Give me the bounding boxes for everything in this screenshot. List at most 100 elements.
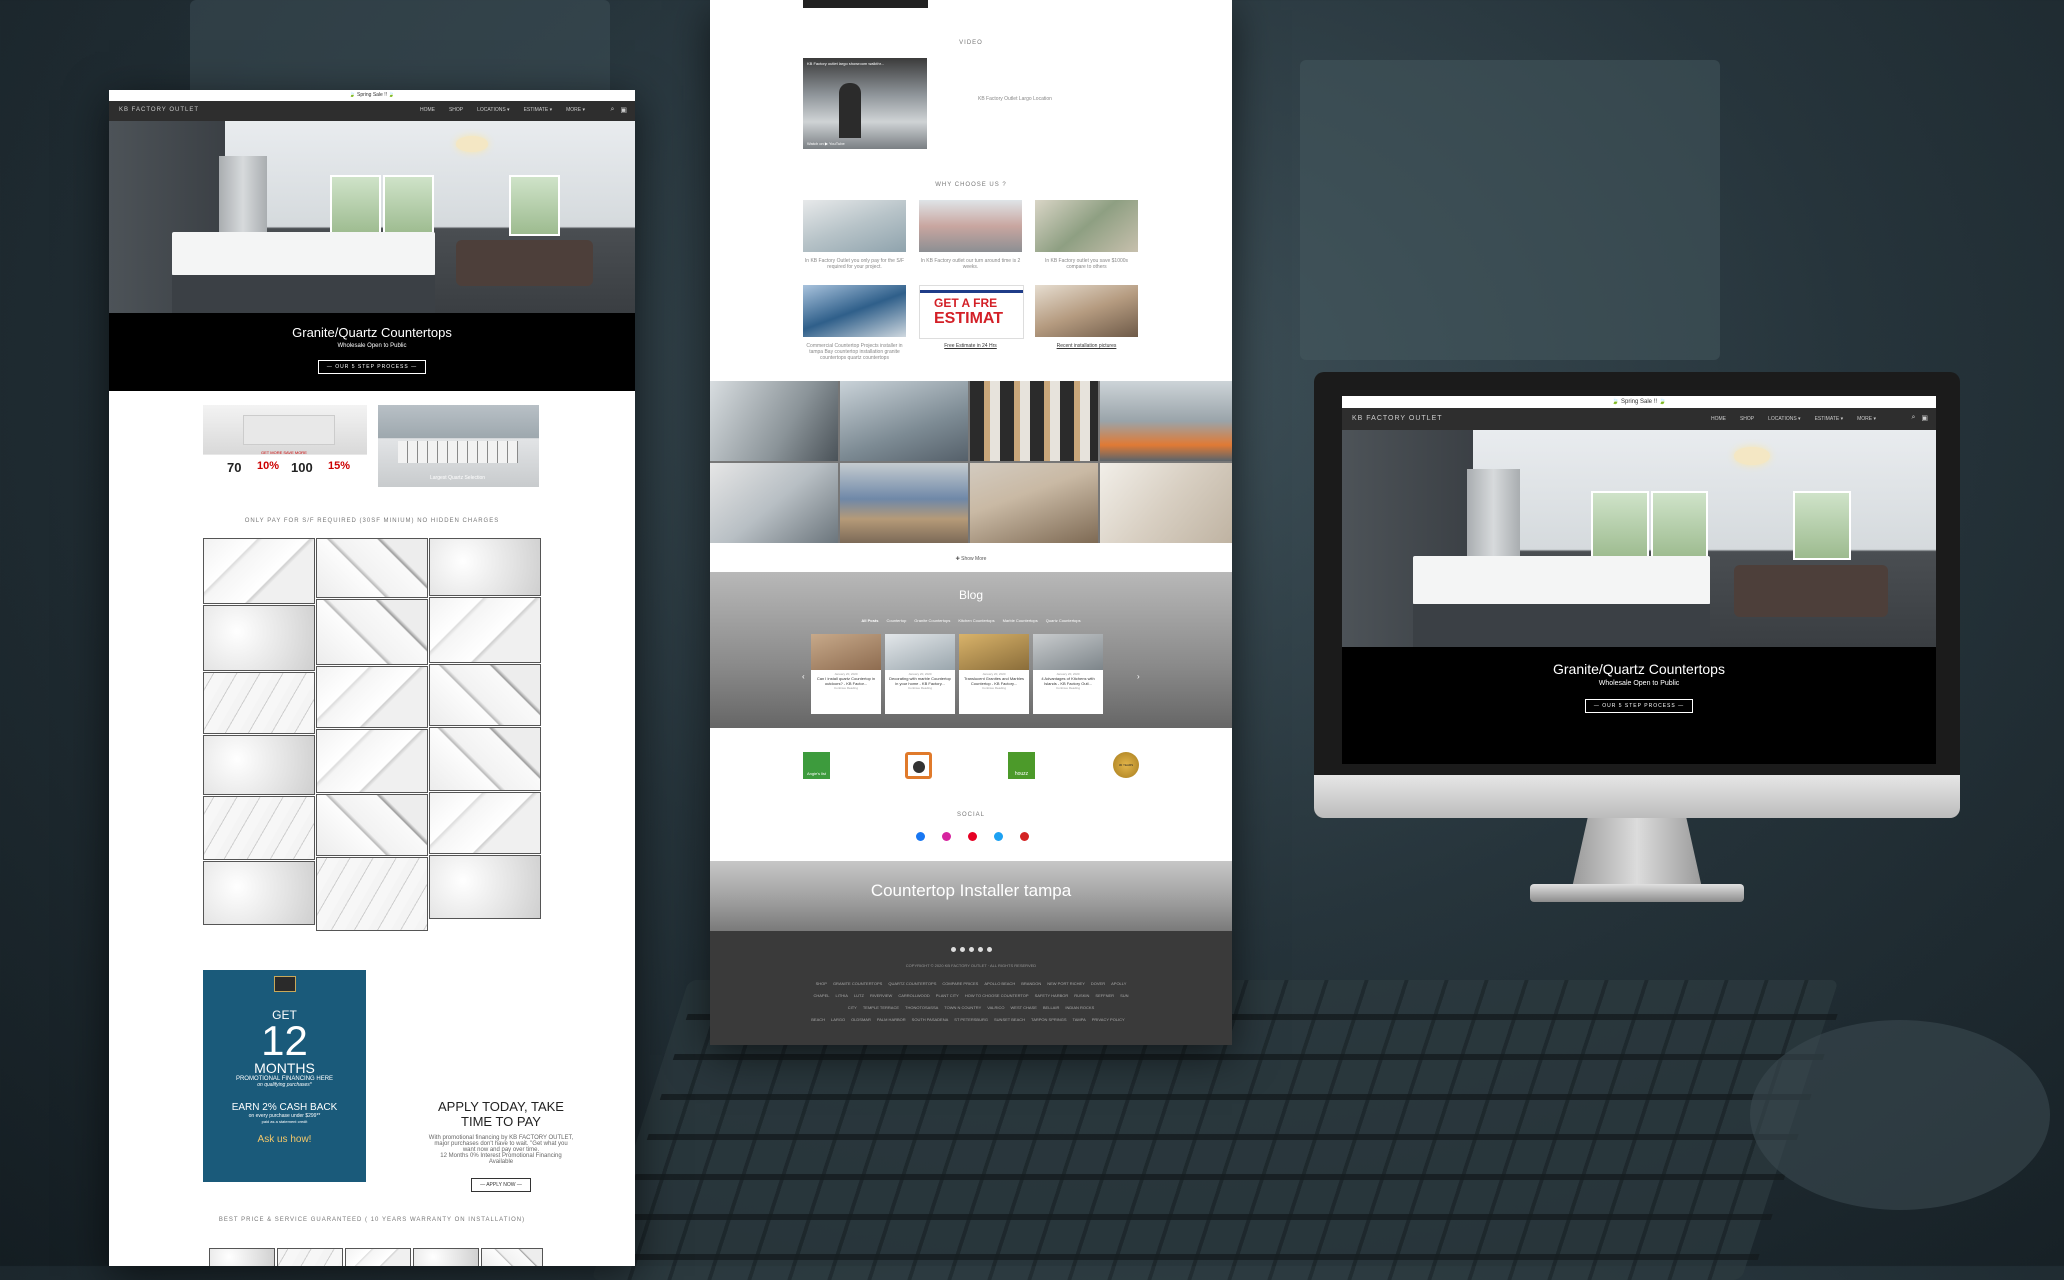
five-step-button[interactable]: — OUR 5 STEP PROCESS —: [317, 360, 427, 374]
footer-link[interactable]: THONOTOSASSA: [905, 1005, 938, 1010]
nav-shop[interactable]: SHOP: [449, 107, 463, 113]
warranty-slab[interactable]: [481, 1248, 543, 1266]
footer-link[interactable]: SOUTH PASADENA: [912, 1017, 949, 1022]
footer-link[interactable]: PRIVACY POLICY: [1092, 1017, 1125, 1022]
slab-thumbnail[interactable]: [316, 666, 428, 728]
footer-link[interactable]: SUNSET BEACH: [994, 1017, 1025, 1022]
footer-link[interactable]: APOLLO BEACH: [984, 981, 1015, 986]
30-years-badge[interactable]: 30 YEARS: [1113, 752, 1139, 778]
footer-link[interactable]: OLDSMAR: [851, 1017, 871, 1022]
gallery-photo[interactable]: [970, 463, 1098, 543]
footer-link[interactable]: LUTZ: [854, 993, 864, 998]
footer-link[interactable]: LARGO: [831, 1017, 845, 1022]
gallery-photo[interactable]: [970, 381, 1098, 461]
footer-link[interactable]: ST PETERSBURG: [954, 1017, 988, 1022]
gallery-photo[interactable]: [1100, 463, 1232, 543]
blog-card[interactable]: January 20, 2020 Can I install quartz Co…: [811, 634, 881, 714]
warehouse-image[interactable]: Largest Quartz Selection: [378, 405, 539, 487]
footer-link[interactable]: TEMPLE TERRACE: [863, 1005, 899, 1010]
nav-home[interactable]: HOME: [420, 107, 435, 113]
blog-filter-quartz[interactable]: Quartz Countertops: [1046, 618, 1081, 623]
slab-thumbnail[interactable]: [203, 861, 315, 925]
slab-thumbnail[interactable]: [429, 597, 541, 663]
nav-more[interactable]: MORE ▾: [566, 107, 585, 113]
blog-filter-kitchen[interactable]: Kitchen Countertops: [958, 618, 994, 623]
brand-logo[interactable]: KB FACTORY OUTLET: [119, 107, 199, 113]
blog-continue[interactable]: Continue Reading: [885, 686, 955, 690]
slab-thumbnail[interactable]: [429, 792, 541, 854]
gallery-photo[interactable]: [1100, 381, 1232, 461]
warranty-slab[interactable]: [209, 1248, 275, 1266]
blog-continue[interactable]: Continue Reading: [1033, 686, 1103, 690]
footer-link[interactable]: SHOP: [816, 981, 827, 986]
cart-icon[interactable]: ▣: [620, 106, 627, 114]
video-player[interactable]: KB Factory outlet largo showroom walkthr…: [803, 58, 927, 149]
footer-link[interactable]: PALM HARBOR: [877, 1017, 906, 1022]
footer-link[interactable]: BRANDON: [1021, 981, 1041, 986]
gallery-photo[interactable]: [840, 381, 968, 461]
show-more-link[interactable]: ✚ Show More: [710, 556, 1232, 562]
financing-card[interactable]: GET 12 MONTHS PROMOTIONAL FINANCING HERE…: [203, 970, 366, 1182]
warranty-slab[interactable]: [413, 1248, 479, 1266]
slab-thumbnail[interactable]: [203, 672, 315, 734]
footer-link[interactable]: TAMPA: [1073, 1017, 1086, 1022]
why-image-measure[interactable]: [803, 200, 906, 252]
footer-link[interactable]: COMPARE PRICES: [942, 981, 978, 986]
gallery-photo[interactable]: [840, 463, 968, 543]
instagram-icon[interactable]: [942, 832, 951, 841]
slab-thumbnail[interactable]: [316, 538, 428, 598]
footer-link[interactable]: HOW TO CHOOSE COUNTERTOP: [965, 993, 1029, 998]
footer-twitter-icon[interactable]: [977, 947, 983, 952]
footer-link[interactable]: DOVER: [1091, 981, 1105, 986]
footer-link[interactable]: RIVERVIEW: [870, 993, 892, 998]
why-text-5[interactable]: Free Estimate in 24 Hrs: [919, 343, 1022, 349]
blog-card[interactable]: January 20, 2020 4 Advantages of Kitchen…: [1033, 634, 1103, 714]
nav-locations[interactable]: LOCATIONS ▾: [477, 107, 509, 113]
footer-link[interactable]: SAFETY HARBOR: [1035, 993, 1069, 998]
slab-thumbnail[interactable]: [316, 599, 428, 665]
slab-thumbnail[interactable]: [429, 538, 541, 596]
footer-link[interactable]: NEW PORT RICHEY: [1047, 981, 1085, 986]
monitor-nav-locations[interactable]: LOCATIONS ▾: [1768, 416, 1800, 422]
footer-link[interactable]: QUARTZ COUNTERTOPS: [888, 981, 936, 986]
footer-instagram-icon[interactable]: [959, 947, 965, 952]
why-image-money[interactable]: [1035, 200, 1138, 252]
footer-link[interactable]: RUSKIN: [1074, 993, 1089, 998]
why-image-estimate[interactable]: GET A FRE ESTIMAT: [919, 285, 1024, 339]
homeadvisor-badge[interactable]: [905, 752, 932, 779]
slab-thumbnail[interactable]: [316, 794, 428, 856]
footer-link[interactable]: BELLAIR: [1043, 1005, 1059, 1010]
slab-thumbnail[interactable]: [203, 605, 315, 671]
footer-facebook-icon[interactable]: [950, 947, 956, 952]
footer-link[interactable]: WEST CHASE: [1011, 1005, 1037, 1010]
nav-estimate[interactable]: ESTIMATE ▾: [524, 107, 553, 113]
why-image-installs[interactable]: [1035, 285, 1138, 337]
gallery-photo[interactable]: [710, 463, 838, 543]
blog-continue[interactable]: Continue Reading: [959, 686, 1029, 690]
blog-filter-countertop[interactable]: Countertop: [887, 618, 907, 623]
blog-continue[interactable]: Continue Reading: [811, 686, 881, 690]
monitor-nav-more[interactable]: MORE ▾: [1857, 416, 1876, 422]
yelp-icon[interactable]: [1020, 832, 1029, 841]
slab-thumbnail[interactable]: [316, 729, 428, 793]
why-text-6[interactable]: Recent installation pictures: [1035, 343, 1138, 349]
footer-link[interactable]: PLANT CITY: [936, 993, 959, 998]
monitor-nav-shop[interactable]: SHOP: [1740, 416, 1754, 422]
footer-link[interactable]: VALRICO: [987, 1005, 1004, 1010]
twitter-icon[interactable]: [994, 832, 1003, 841]
footer-link[interactable]: CARROLLWOOD: [898, 993, 929, 998]
slab-thumbnail[interactable]: [429, 727, 541, 791]
houzz-badge[interactable]: houzz: [1008, 752, 1035, 779]
facebook-icon[interactable]: [916, 832, 925, 841]
slab-thumbnail[interactable]: [203, 796, 315, 860]
monitor-nav-estimate[interactable]: ESTIMATE ▾: [1815, 416, 1844, 422]
why-image-commercial[interactable]: [803, 285, 906, 337]
why-image-showroom[interactable]: [919, 200, 1022, 252]
monitor-nav-home[interactable]: HOME: [1711, 416, 1726, 422]
search-icon[interactable]: ⌕: [610, 106, 614, 114]
blog-filter-marble[interactable]: Marble Countertops: [1003, 618, 1038, 623]
blog-filter-granite[interactable]: Granite Countertops: [914, 618, 950, 623]
slab-thumbnail[interactable]: [429, 855, 541, 919]
footer-link[interactable]: SEFFNER: [1095, 993, 1114, 998]
monitor-brand[interactable]: KB FACTORY OUTLET: [1352, 415, 1443, 422]
